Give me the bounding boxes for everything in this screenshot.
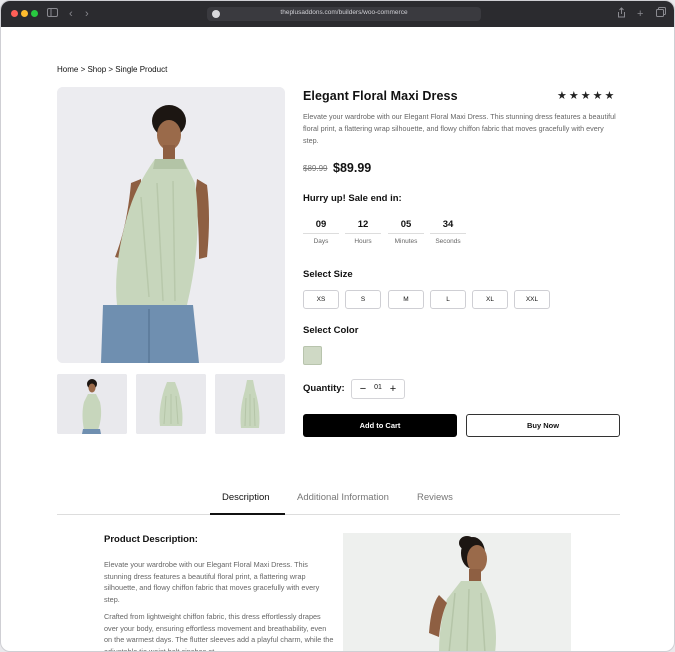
countdown-label: Seconds [435, 238, 461, 245]
countdown-seconds: 34 Seconds [430, 216, 466, 245]
share-icon[interactable] [617, 7, 626, 22]
thumbnail-dress-back [215, 374, 285, 434]
back-icon[interactable]: ‹ [69, 7, 73, 21]
size-option-l[interactable]: L [430, 290, 466, 309]
sale-countdown-heading: Hurry up! Sale end in: [303, 193, 402, 204]
color-swatch-sage[interactable] [303, 346, 322, 365]
countdown-label: Days [313, 238, 329, 245]
countdown-value: 09 [303, 216, 339, 234]
product-thumbnail-2[interactable] [136, 374, 206, 434]
size-option-xl[interactable]: XL [472, 290, 508, 309]
new-tab-icon[interactable]: + [637, 7, 643, 21]
tab-reviews[interactable]: Reviews [417, 492, 453, 503]
maximize-window-button[interactable] [31, 10, 38, 17]
countdown-label: Hours [354, 238, 372, 245]
close-window-button[interactable] [11, 10, 18, 17]
product-short-description: Elevate your wardrobe with our Elegant F… [303, 112, 616, 145]
quantity-label: Quantity: [303, 383, 345, 394]
description-model-image [343, 533, 571, 651]
active-tab-indicator [210, 513, 285, 515]
thumbnail-dress-front [136, 374, 206, 434]
select-color-label: Select Color [303, 325, 359, 336]
product-thumbnail-1[interactable] [57, 374, 127, 434]
countdown-hours: 12 Hours [345, 216, 381, 245]
product-title: Elegant Floral Maxi Dress [303, 89, 458, 103]
add-to-cart-button[interactable]: Add to Cart [303, 414, 457, 437]
product-description-heading: Product Description: [104, 534, 198, 545]
countdown-value: 05 [388, 216, 424, 234]
description-model-photo [343, 533, 571, 651]
browser-toolbar: ‹ › theplusaddons.com/builders/woo-comme… [1, 1, 674, 27]
forward-icon[interactable]: › [85, 7, 89, 21]
address-bar-url: theplusaddons.com/builders/woo-commerce [280, 9, 408, 16]
countdown-days: 09 Days [303, 216, 339, 245]
quantity-stepper: − 01 + [351, 379, 405, 399]
quantity-value[interactable]: 01 [370, 384, 386, 391]
size-option-m[interactable]: M [388, 290, 424, 309]
countdown-value: 34 [430, 216, 466, 234]
original-price: $89.99 [303, 164, 328, 173]
tab-additional-information[interactable]: Additional Information [297, 492, 389, 503]
countdown-minutes: 05 Minutes [388, 216, 424, 245]
tab-description[interactable]: Description [222, 492, 270, 503]
sidebar-icon[interactable] [47, 7, 58, 21]
size-option-xs[interactable]: XS [303, 290, 339, 309]
address-bar[interactable]: theplusaddons.com/builders/woo-commerce [207, 7, 481, 21]
thumbnail-model-photo [57, 374, 127, 434]
product-description-paragraph-2: Crafted from lightweight chiffon fabric,… [104, 612, 334, 652]
product-description-paragraph-1: Elevate your wardrobe with our Elegant F… [104, 560, 320, 604]
model-photo [57, 87, 285, 363]
select-size-label: Select Size [303, 269, 353, 280]
sale-price: $89.99 [333, 161, 372, 175]
minimize-window-button[interactable] [21, 10, 28, 17]
tab-overview-icon[interactable] [656, 7, 666, 21]
plus-icon[interactable]: + [386, 381, 400, 397]
size-option-s[interactable]: S [345, 290, 381, 309]
breadcrumb[interactable]: Home > Shop > Single Product [57, 65, 167, 74]
size-option-xxl[interactable]: XXL [514, 290, 550, 309]
rating-stars: ★★★★★ [557, 90, 617, 102]
product-thumbnail-3[interactable] [215, 374, 285, 434]
countdown-value: 12 [345, 216, 381, 234]
countdown-label: Minutes [394, 238, 418, 245]
buy-now-button[interactable]: Buy Now [466, 414, 620, 437]
browser-window: ‹ › theplusaddons.com/builders/woo-comme… [0, 0, 675, 652]
tabs-divider [57, 514, 620, 515]
minus-icon[interactable]: − [356, 381, 370, 397]
product-main-image[interactable] [57, 87, 285, 363]
